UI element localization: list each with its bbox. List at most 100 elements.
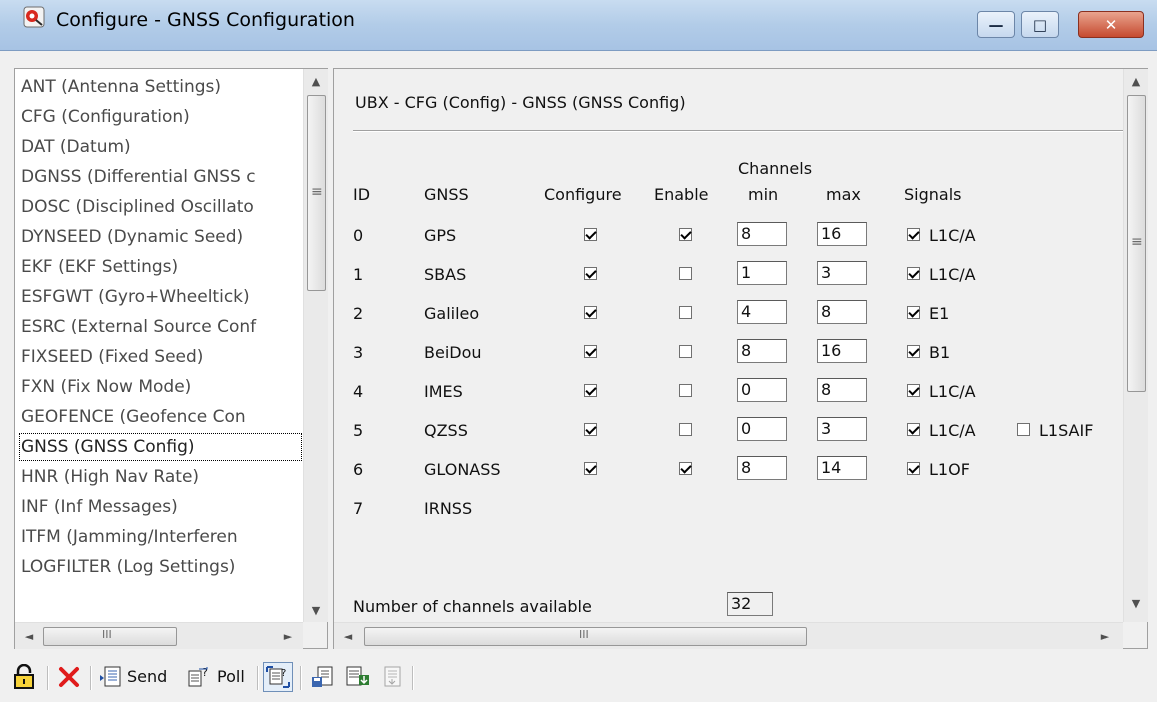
list-item-ekf[interactable]: EKF (EKF Settings) [18, 252, 303, 282]
enable-checkbox-gps[interactable] [679, 228, 692, 241]
list-item-inf[interactable]: INF (Inf Messages) [18, 492, 303, 522]
scroll-right-arrow-icon[interactable]: ► [1093, 624, 1117, 648]
list-item-ant[interactable]: ANT (Antenna Settings) [18, 72, 303, 102]
row-id: 6 [353, 460, 364, 479]
enable-checkbox-sbas[interactable] [679, 267, 692, 280]
config-vertical-scroll-thumb[interactable]: ≡ [1127, 95, 1146, 392]
max-channels-input-beidou[interactable]: 16 [817, 339, 867, 363]
list-horizontal-scroll-thumb[interactable]: III [43, 627, 177, 646]
header-divider [353, 130, 1124, 132]
revert-button[interactable] [57, 663, 81, 690]
max-channels-input-sbas[interactable]: 3 [817, 261, 867, 285]
min-channels-input-sbas[interactable]: 1 [737, 261, 787, 285]
close-button[interactable]: ✕ [1078, 11, 1144, 38]
list-item-fixseed[interactable]: FIXSEED (Fixed Seed) [18, 342, 303, 372]
list-item-dat[interactable]: DAT (Datum) [18, 132, 303, 162]
message-list[interactable]: ANT (Antenna Settings) CFG (Configuratio… [18, 72, 303, 617]
config-pane: UBX - CFG (Config) - GNSS (GNSS Config) … [333, 68, 1148, 649]
config-horizontal-scroll-thumb[interactable]: III [364, 627, 807, 646]
scroll-down-arrow-icon[interactable]: ▼ [1124, 591, 1148, 615]
load-from-file-button[interactable] [311, 663, 335, 690]
grip-icon: III [102, 628, 112, 641]
max-channels-input-gps[interactable]: 16 [817, 222, 867, 246]
list-vertical-scrollbar[interactable]: ▲ ≡ ▼ [303, 69, 328, 622]
enable-checkbox-beidou[interactable] [679, 345, 692, 358]
enable-checkbox-galileo[interactable] [679, 306, 692, 319]
list-item-dynseed[interactable]: DYNSEED (Dynamic Seed) [18, 222, 303, 252]
save-to-file-button[interactable] [345, 663, 371, 690]
list-item-esfgwt[interactable]: ESFGWT (Gyro+Wheeltick) [18, 282, 303, 312]
row-gnss-name: IRNSS [424, 499, 473, 518]
min-channels-input-galileo[interactable]: 4 [737, 300, 787, 324]
scroll-left-arrow-icon[interactable]: ◄ [17, 624, 41, 648]
list-item-dosc[interactable]: DOSC (Disciplined Oscillato [18, 192, 303, 222]
list-item-logfilter[interactable]: LOGFILTER (Log Settings) [18, 552, 303, 582]
list-item-dgnss[interactable]: DGNSS (Differential GNSS c [18, 162, 303, 192]
config-vertical-scrollbar[interactable]: ▲ ≡ ▼ [1123, 69, 1148, 622]
list-item-gnss[interactable]: GNSS (GNSS Config) [18, 432, 303, 462]
min-channels-input-glonass[interactable]: 8 [737, 456, 787, 480]
scroll-up-arrow-icon[interactable]: ▲ [304, 69, 328, 93]
save-file-icon [346, 666, 369, 685]
row-id: 5 [353, 421, 364, 440]
signal-checkbox-qzss-l1saif[interactable] [1017, 423, 1030, 436]
list-item-esrc[interactable]: ESRC (External Source Conf [18, 312, 303, 342]
row-gnss-name: GPS [424, 226, 457, 245]
signal-checkbox-galileo-e1[interactable] [907, 306, 920, 319]
scroll-down-arrow-icon[interactable]: ▼ [304, 598, 328, 622]
window-title: Configure - GNSS Configuration [56, 9, 355, 31]
signal-checkbox-glonass-l1of[interactable] [907, 462, 920, 475]
send-button[interactable]: Send [99, 663, 167, 690]
max-channels-input-glonass[interactable]: 14 [817, 456, 867, 480]
title-bar[interactable]: Configure - GNSS Configuration — □ ✕ [0, 0, 1157, 51]
configure-checkbox-galileo[interactable] [584, 306, 597, 319]
bottom-toolbar: Send ? Poll ? [0, 651, 1157, 702]
scroll-up-arrow-icon[interactable]: ▲ [1124, 69, 1148, 93]
minimize-icon: — [988, 15, 1004, 34]
enable-checkbox-qzss[interactable] [679, 423, 692, 436]
min-channels-input-qzss[interactable]: 0 [737, 417, 787, 441]
signal-label: L1OF [929, 460, 970, 479]
min-channels-input-beidou[interactable]: 8 [737, 339, 787, 363]
configure-checkbox-imes[interactable] [584, 384, 597, 397]
configure-checkbox-gps[interactable] [584, 228, 597, 241]
enable-checkbox-imes[interactable] [679, 384, 692, 397]
signal-checkbox-qzss-l1ca[interactable] [907, 423, 920, 436]
configure-checkbox-sbas[interactable] [584, 267, 597, 280]
list-item-hnr[interactable]: HNR (High Nav Rate) [18, 462, 303, 492]
scrollbar-corner [303, 622, 327, 648]
max-channels-input-galileo[interactable]: 8 [817, 300, 867, 324]
list-item-geofence[interactable]: GEOFENCE (Geofence Con [18, 402, 303, 432]
list-vertical-scroll-thumb[interactable]: ≡ [307, 95, 326, 291]
poll-icon: ? [188, 666, 208, 686]
list-item-itfm[interactable]: ITFM (Jamming/Interferen [18, 522, 303, 552]
scroll-right-arrow-icon[interactable]: ► [276, 624, 300, 648]
min-channels-input-imes[interactable]: 0 [737, 378, 787, 402]
enable-checkbox-glonass[interactable] [679, 462, 692, 475]
max-channels-input-qzss[interactable]: 3 [817, 417, 867, 441]
lock-button[interactable] [13, 663, 35, 690]
signal-checkbox-sbas-l1ca[interactable] [907, 267, 920, 280]
grip-icon: ≡ [1131, 234, 1143, 250]
signal-checkbox-gps-l1ca[interactable] [907, 228, 920, 241]
configure-checkbox-glonass[interactable] [584, 462, 597, 475]
signal-label: L1C/A [929, 265, 976, 284]
minimize-button[interactable]: — [977, 11, 1015, 38]
scroll-left-arrow-icon[interactable]: ◄ [336, 624, 360, 648]
list-horizontal-scrollbar[interactable]: ◄ III ► [15, 622, 303, 649]
signal-checkbox-beidou-b1[interactable] [907, 345, 920, 358]
max-channels-input-imes[interactable]: 8 [817, 378, 867, 402]
signal-label: B1 [929, 343, 951, 362]
list-item-fxn[interactable]: FXN (Fix Now Mode) [18, 372, 303, 402]
poll-button[interactable]: ? Poll [187, 663, 245, 690]
signal-checkbox-imes-l1ca[interactable] [907, 384, 920, 397]
restore-button[interactable]: □ [1021, 11, 1059, 38]
row-gnss-name: IMES [424, 382, 463, 401]
list-item-cfg[interactable]: CFG (Configuration) [18, 102, 303, 132]
min-channels-input-gps[interactable]: 8 [737, 222, 787, 246]
column-header-signals: Signals [904, 185, 962, 204]
configure-checkbox-qzss[interactable] [584, 423, 597, 436]
config-horizontal-scrollbar[interactable]: ◄ III ► [334, 622, 1123, 649]
configure-checkbox-beidou[interactable] [584, 345, 597, 358]
auto-poll-toggle[interactable]: ? [263, 662, 293, 692]
